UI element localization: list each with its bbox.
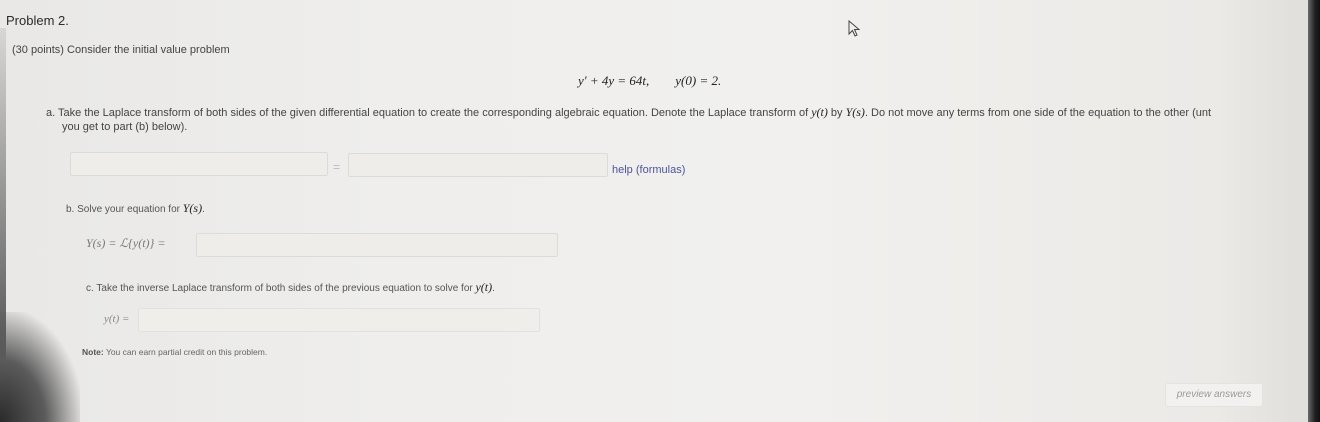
- problem-intro: (30 points) Consider the initial value p…: [12, 44, 230, 56]
- part-c-equation-label: y(t) =: [104, 313, 130, 325]
- part-b-equation-label: Y(s) = ℒ{y(t)} =: [86, 236, 166, 250]
- y-of-t-math-c: y(t): [475, 280, 493, 294]
- screen-shadow-bottom-left: [0, 312, 80, 422]
- note-label: Note:: [82, 347, 104, 357]
- part-c-end: .: [492, 283, 495, 294]
- part-a-instructions: a. Take the Laplace transform of both si…: [46, 105, 1316, 134]
- part-b-instructions: b. Solve your equation for Y(s).: [66, 201, 205, 216]
- partial-credit-note: Note: You can earn partial credit on thi…: [82, 347, 267, 357]
- ode-equation: y′ + 4y = 64t, y(0) = 2.: [578, 73, 722, 88]
- part-c-instructions: c. Take the inverse Laplace transform of…: [86, 280, 495, 295]
- part-a-text-2: . Do not move any terms from one side of…: [864, 107, 1212, 119]
- part-a-text: a. Take the Laplace transform of both si…: [46, 107, 812, 119]
- part-c-answer-input[interactable]: [138, 308, 540, 332]
- screen-edge-right: [1308, 0, 1320, 422]
- part-a-right-answer-input[interactable]: [348, 153, 608, 177]
- note-text: You can earn partial credit on this prob…: [103, 347, 268, 357]
- part-a-equals-sign: =: [333, 160, 341, 174]
- part-a-by: by: [827, 107, 846, 119]
- part-a-line-2: you get to part (b) below).: [62, 121, 188, 133]
- Y-of-s-math-b: Y(s): [182, 201, 203, 215]
- problem-title: Problem 2.: [6, 13, 69, 28]
- help-formulas-link[interactable]: help (formulas): [612, 164, 685, 176]
- Y-of-s-math: Y(s): [845, 105, 865, 119]
- part-a-left-answer-input[interactable]: [70, 152, 328, 176]
- part-b-answer-input[interactable]: [196, 233, 558, 257]
- mouse-cursor-icon: [848, 20, 861, 37]
- preview-answers-button[interactable]: preview answers: [1165, 383, 1263, 407]
- y-of-t-math: y(t): [811, 105, 828, 119]
- part-c-text: c. Take the inverse Laplace transform of…: [86, 283, 476, 294]
- part-b-text: b. Solve your equation for: [66, 204, 183, 215]
- part-b-end: .: [202, 204, 205, 215]
